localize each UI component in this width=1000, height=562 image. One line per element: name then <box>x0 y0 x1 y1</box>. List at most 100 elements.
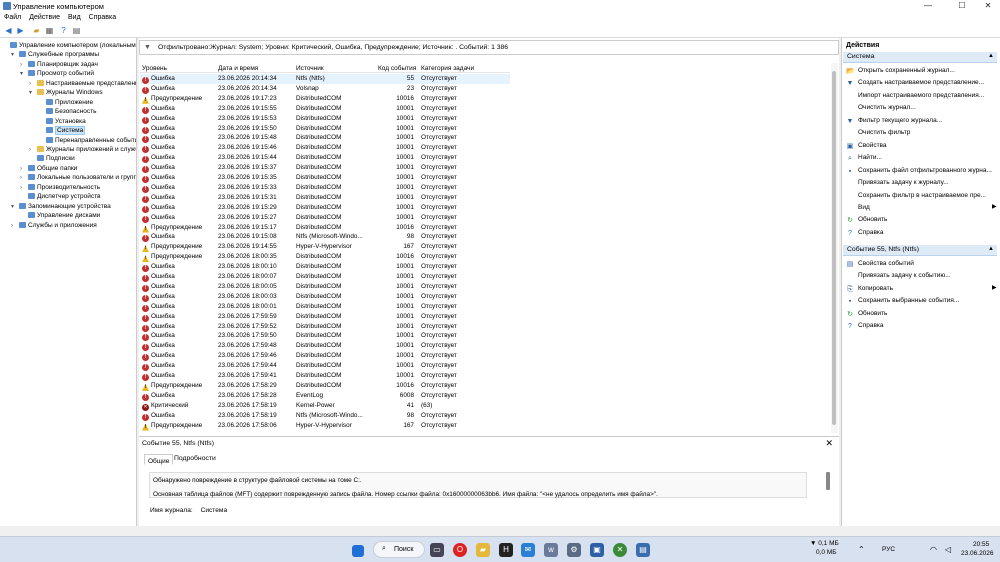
clock-time[interactable]: 20:55 <box>973 541 989 548</box>
table-row[interactable]: ! Предупреждение 23.06.2026 17:58:29 Distri… <box>140 381 510 391</box>
action-item[interactable]: ▼ Фильтр текущего журнала... <box>846 115 943 126</box>
table-row[interactable]: ! Ошибка 23.06.2026 19:15:35 DistributedCOM… <box>140 173 510 183</box>
table-row[interactable]: ! Ошибка 23.06.2026 17:59:41 DistributedCOM… <box>140 371 510 381</box>
table-row[interactable]: ! Ошибка 23.06.2026 19:15:46 DistributedCOM… <box>140 143 510 154</box>
action-item[interactable]: Привязать задачу к событию... <box>846 270 951 281</box>
tree-item[interactable]: Установка <box>38 117 86 127</box>
action-item[interactable]: ↻ Обновить <box>846 214 887 225</box>
table-row[interactable]: ! Предупреждение 23.06.2026 19:14:55 Hyper-… <box>140 242 510 253</box>
tree-item[interactable]: ▾ Служебные программы <box>11 50 99 60</box>
action-item[interactable]: ⌕ Найти... <box>846 152 882 163</box>
table-row[interactable]: ! Ошибка 23.06.2026 19:15:08 Ntfs (Microsof… <box>140 232 510 243</box>
up-folder-icon[interactable]: ▰ <box>31 25 42 36</box>
action-item[interactable]: ? Справка <box>846 227 883 238</box>
task-view-icon[interactable]: ▭ <box>430 543 444 557</box>
app-h-icon[interactable]: H <box>499 543 513 557</box>
tab-details[interactable]: Подробности <box>171 454 219 463</box>
tree-item[interactable]: ▾ Запоминающие устройства <box>11 202 111 212</box>
table-row[interactable]: ! Предупреждение 23.06.2026 19:17:23 Distri… <box>140 94 510 104</box>
actions-section-system[interactable]: Система ▲ <box>843 52 997 63</box>
action-item[interactable]: Импорт настраиваемого представления... <box>846 90 984 101</box>
table-row[interactable]: ! Ошибка 23.06.2026 18:00:01 DistributedCOM… <box>140 302 510 312</box>
computer-management-taskbar-icon[interactable]: ▤ <box>636 543 650 557</box>
column-datetime[interactable]: Дата и время <box>218 65 258 72</box>
actions-section-event[interactable]: Событие 55, Ntfs (Ntfs) ▲ <box>843 245 997 256</box>
menu-file[interactable]: Файл <box>0 12 25 23</box>
table-row[interactable]: ! Ошибка 23.06.2026 19:15:50 DistributedCOM… <box>140 124 510 134</box>
settings-icon[interactable]: ⚙ <box>567 543 581 557</box>
tree-item[interactable]: › Производительность <box>20 183 100 193</box>
menu-view[interactable]: Вид <box>64 12 85 23</box>
action-item[interactable]: Сохранить фильтр в настраиваемое пре... <box>846 190 986 201</box>
table-row[interactable]: ! Ошибка 23.06.2026 17:59:52 DistributedCOM… <box>140 322 510 332</box>
table-row[interactable]: ! Ошибка 23.06.2026 18:00:07 DistributedCOM… <box>140 272 510 282</box>
action-item[interactable]: ▤ Свойства событий <box>846 258 914 269</box>
table-row[interactable]: ! Предупреждение 23.06.2026 18:00:35 Distri… <box>140 252 510 263</box>
collapse-icon[interactable]: ▲ <box>988 246 994 252</box>
tree-item[interactable]: Безопасность <box>38 107 96 117</box>
table-row[interactable]: ! Ошибка 23.06.2026 17:58:28 EventLog 6008 От… <box>140 391 510 401</box>
tree-item[interactable]: › Общие папки <box>20 164 77 174</box>
action-item[interactable]: ▣ Свойства <box>846 140 887 151</box>
table-row[interactable]: ! Предупреждение 23.06.2026 19:15:17 Distri… <box>140 223 510 233</box>
tree-item[interactable]: › Службы и приложения <box>11 221 97 231</box>
help-icon[interactable]: ? <box>58 25 69 36</box>
mail-icon[interactable]: ✉ <box>521 543 535 557</box>
action-item[interactable]: Очистить фильтр <box>846 127 910 138</box>
table-row[interactable]: ! Ошибка 23.06.2026 19:15:55 DistributedCOM… <box>140 104 510 114</box>
table-row[interactable]: ! Ошибка 23.06.2026 17:59:48 DistributedCOM… <box>140 341 510 352</box>
expand-arrow-icon[interactable]: ▾ <box>29 89 37 99</box>
table-row[interactable]: ! Ошибка 23.06.2026 19:15:37 DistributedCOM… <box>140 163 510 174</box>
table-row[interactable]: ! Ошибка 23.06.2026 19:15:29 DistributedCOM… <box>140 203 510 213</box>
table-row[interactable]: ! Ошибка 23.06.2026 20:14:34 Ntfs (Ntfs) 55 О… <box>140 74 510 84</box>
forward-icon[interactable]: ▶ <box>15 25 26 36</box>
action-item[interactable]: ▪ Сохранить файл отфильтрованного журна..… <box>846 165 992 176</box>
language-indicator[interactable]: РУС <box>882 546 895 553</box>
show-hide-tree-icon[interactable]: ▦ <box>44 25 55 36</box>
action-item[interactable]: 📂 Открыть сохраненный журнал... <box>846 65 955 76</box>
properties-icon[interactable]: ▤ <box>71 25 82 36</box>
table-row[interactable]: ! Ошибка 23.06.2026 19:15:31 DistributedCOM… <box>140 193 510 203</box>
opera-icon[interactable]: O <box>453 543 467 557</box>
expand-arrow-icon[interactable]: ▾ <box>20 70 28 80</box>
xbox-icon[interactable]: ✕ <box>613 543 627 557</box>
expand-arrow-icon[interactable]: ▾ <box>11 51 19 61</box>
table-row[interactable]: ! Ошибка 23.06.2026 19:15:44 DistributedCOM… <box>140 153 510 164</box>
file-explorer-icon[interactable]: ▰ <box>476 543 490 557</box>
tree-item[interactable]: Система <box>38 126 86 136</box>
action-item[interactable]: Вид ▶ <box>846 202 997 213</box>
maximize-button[interactable]: ☐ <box>950 0 974 12</box>
table-row[interactable]: ! Ошибка 23.06.2026 20:14:34 Volsnap 23 Отсут… <box>140 84 510 94</box>
table-row[interactable]: ! Ошибка 23.06.2026 19:15:53 DistributedCOM… <box>140 114 510 124</box>
column-source[interactable]: Источник <box>296 65 324 72</box>
start-icon[interactable] <box>352 545 364 557</box>
tree-item[interactable]: Приложение <box>38 98 93 108</box>
app-icon[interactable]: w <box>544 543 558 557</box>
tree-item[interactable]: › Планировщик задач <box>20 60 98 70</box>
volume-icon[interactable]: ◁ <box>945 545 951 554</box>
table-row[interactable]: ! Ошибка 23.06.2026 19:15:48 DistributedCOM… <box>140 133 510 144</box>
taskbar-search[interactable]: ⌕ Поиск <box>373 541 425 558</box>
table-row[interactable]: ! Предупреждение 23.06.2026 17:58:06 Hyper-… <box>140 421 510 431</box>
close-button[interactable]: ✕ <box>976 0 1000 12</box>
table-row[interactable]: ✕ Критический 23.06.2026 17:58:19 Kernel-Po… <box>140 401 510 411</box>
action-item[interactable]: ? Справка <box>846 320 883 331</box>
minimize-button[interactable]: — <box>916 0 940 12</box>
grid-scrollbar[interactable] <box>831 63 838 433</box>
table-row[interactable]: ! Ошибка 23.06.2026 18:00:03 DistributedCOM… <box>140 292 510 302</box>
tree-item[interactable]: ▾ Просмотр событий <box>20 69 94 79</box>
expand-arrow-icon[interactable]: ▾ <box>11 203 19 213</box>
tree-item[interactable]: › Локальные пользователи и группы <box>20 173 136 183</box>
action-item[interactable]: Очистить журнал... <box>846 102 916 113</box>
tray-chevron-icon[interactable]: ⌃ <box>858 545 865 554</box>
action-item[interactable]: ▪ Сохранить выбранные события... <box>846 295 960 306</box>
remote-desktop-icon[interactable]: ▣ <box>590 543 604 557</box>
menu-help[interactable]: Справка <box>85 12 120 23</box>
column-category[interactable]: Категория задачи <box>421 65 474 72</box>
table-row[interactable]: ! Ошибка 23.06.2026 18:00:10 DistributedCOM… <box>140 262 510 273</box>
tree-item[interactable]: › Журналы приложений и служб <box>29 145 136 155</box>
collapse-icon[interactable]: ▲ <box>988 53 994 59</box>
action-item[interactable]: ↻ Обновить <box>846 308 887 319</box>
scroll-thumb[interactable] <box>832 71 836 425</box>
tree-item[interactable]: Перенаправленные события <box>38 136 136 146</box>
